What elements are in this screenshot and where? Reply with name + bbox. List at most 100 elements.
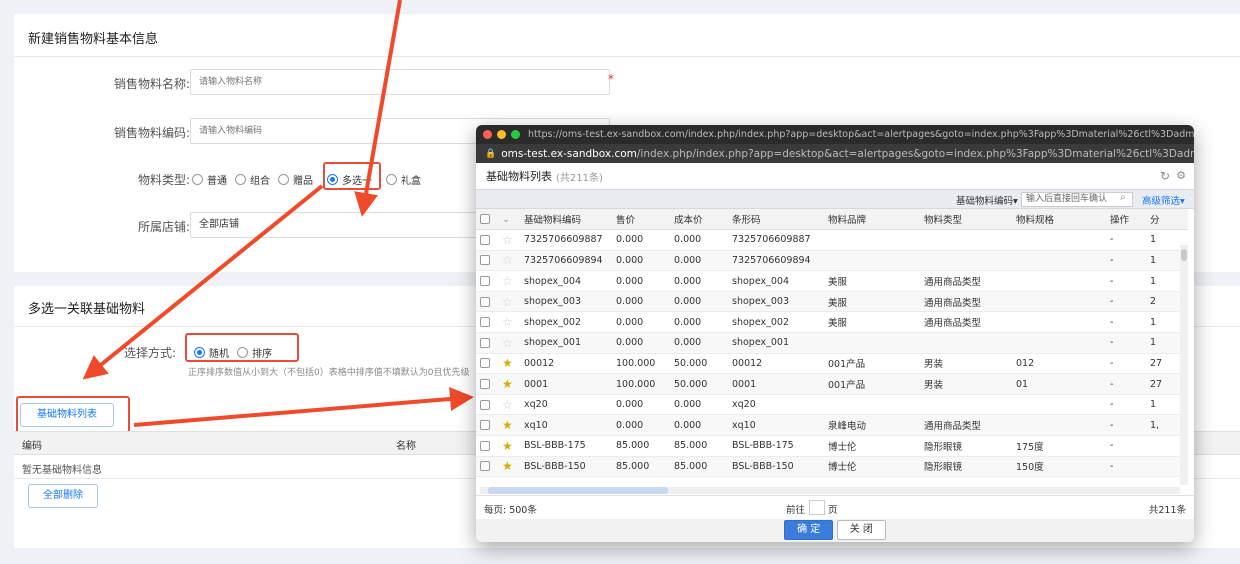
- search-icon[interactable]: ⌕: [1120, 192, 1126, 203]
- cell: [1012, 414, 1106, 437]
- goto-page-input[interactable]: [809, 500, 825, 515]
- table-row[interactable]: ☆ shopex_001 0.000 0.000 shopex_001-1: [476, 332, 1188, 354]
- close-window-icon[interactable]: [483, 130, 492, 139]
- total-count: 共211条: [1148, 505, 1186, 516]
- star-icon[interactable]: ☆: [498, 291, 520, 313]
- star-icon[interactable]: ☆: [498, 229, 520, 251]
- table-row[interactable]: ☆ shopex_002 0.000 0.000 shopex_002 美服 通用商品类型 -…: [476, 311, 1188, 334]
- cell: shopex_004: [520, 270, 612, 292]
- type-option-gift-box[interactable]: 礼盒: [386, 172, 421, 187]
- table-row[interactable]: ☆ xq20 0.000 0.000 xq20-1: [476, 394, 1188, 416]
- material-name-input[interactable]: [190, 69, 610, 95]
- row-checkbox[interactable]: [476, 250, 498, 272]
- type-option-combo[interactable]: 组合: [235, 172, 270, 187]
- row-checkbox[interactable]: [476, 456, 498, 478]
- col-header[interactable]: 物料类型: [920, 209, 1012, 231]
- settings-icon[interactable]: ⚙: [1176, 169, 1186, 182]
- row-checkbox[interactable]: [476, 414, 498, 437]
- goto-suffix: 页: [828, 505, 838, 516]
- table-row[interactable]: ★ BSL-BBB-150 85.000 85.000 BSL-BBB-150 博士伦 隐形…: [476, 456, 1188, 478]
- col-header[interactable]: 成本价: [670, 209, 728, 231]
- col-header[interactable]: 分: [1146, 209, 1188, 231]
- col-header[interactable]: 基础物料编码: [520, 209, 612, 231]
- star-icon[interactable]: ☆: [498, 311, 520, 334]
- star-icon[interactable]: ☆: [498, 270, 520, 292]
- material-type-radio-group: 普通 组合 赠品 多选一 礼盒: [192, 172, 429, 187]
- cell: 001产品: [824, 373, 920, 395]
- col-name: 名称: [396, 441, 416, 452]
- cell: 0.000: [670, 311, 728, 334]
- search-input[interactable]: 输入后直接回车确认: [1021, 192, 1133, 207]
- type-option-normal[interactable]: 普通: [192, 172, 227, 187]
- per-page[interactable]: 每页: 500条: [484, 502, 537, 516]
- star-filled-icon[interactable]: ★: [498, 353, 520, 375]
- row-checkbox[interactable]: [476, 435, 498, 457]
- table-row[interactable]: ☆ 7325706609887 0.000 0.000 7325706609887-1: [476, 229, 1188, 251]
- refresh-icon[interactable]: ↻: [1160, 169, 1170, 183]
- table-row[interactable]: ★ 0001 100.000 50.000 0001 001产品 男装 01-27: [476, 373, 1188, 395]
- select-all-checkbox[interactable]: [476, 209, 498, 231]
- cell: 美服: [824, 291, 920, 313]
- cell: [1012, 291, 1106, 313]
- material-name-label: 销售物料名称:: [113, 77, 190, 91]
- horizontal-scrollbar[interactable]: [480, 487, 1180, 494]
- star-icon[interactable]: ☆: [498, 394, 520, 416]
- advanced-filter-link[interactable]: 高级筛选▾: [1142, 193, 1185, 207]
- row-checkbox[interactable]: [476, 311, 498, 334]
- row-checkbox[interactable]: [476, 332, 498, 354]
- pagination-bar: 每页: 500条 前往 页 共211条: [476, 495, 1194, 519]
- close-button[interactable]: 关 闭: [836, 520, 886, 540]
- search-field-select[interactable]: 基础物料编码▾: [956, 193, 1018, 207]
- cell: [1012, 270, 1106, 292]
- col-header[interactable]: 操作: [1106, 209, 1146, 231]
- scrollbar-thumb[interactable]: [488, 487, 668, 494]
- cell: 0.000: [670, 270, 728, 292]
- table-row[interactable]: ★ BSL-BBB-175 85.000 85.000 BSL-BBB-175 博士伦 隐形…: [476, 435, 1188, 457]
- star-icon[interactable]: ☆: [498, 250, 520, 272]
- star-filled-icon[interactable]: ★: [498, 435, 520, 457]
- sort-icon[interactable]: ⌄: [498, 209, 520, 231]
- cell: 100.000: [612, 353, 670, 375]
- cell: BSL-BBB-175: [520, 435, 612, 457]
- table-row[interactable]: ☆ 7325706609894 0.000 0.000 7325706609894-1: [476, 250, 1188, 272]
- material-code-label: 销售物料编码:: [113, 126, 190, 140]
- cell: BSL-BBB-150: [728, 456, 824, 478]
- cell: 85.000: [670, 456, 728, 478]
- col-header[interactable]: 售价: [612, 209, 670, 231]
- col-code: 编码: [22, 441, 42, 452]
- cell: 0.000: [670, 250, 728, 272]
- relate-title: 多选一关联基础物料: [28, 302, 146, 317]
- type-option-gift[interactable]: 赠品: [278, 172, 313, 187]
- row-checkbox[interactable]: [476, 291, 498, 313]
- cell: 隐形眼镜: [920, 435, 1012, 457]
- grid-header-row: ⌄ 基础物料编码 售价 成本价 条形码 物料品牌 物料类型 物料规格 操作 分: [476, 209, 1188, 231]
- col-header[interactable]: 物料规格: [1012, 209, 1106, 231]
- col-header[interactable]: 物料品牌: [824, 209, 920, 231]
- delete-all-button[interactable]: 全部删除: [28, 484, 98, 508]
- address-path: /index.php/index.php?app=desktop&act=ale…: [636, 147, 1194, 160]
- star-icon[interactable]: ☆: [498, 332, 520, 354]
- dialog-header: 基础物料列表 (共211条) ↻ ⚙: [476, 163, 1194, 189]
- table-row[interactable]: ☆ shopex_004 0.000 0.000 shopex_004 美服 通用商品类型 -…: [476, 270, 1188, 292]
- row-checkbox[interactable]: [476, 353, 498, 375]
- row-checkbox[interactable]: [476, 270, 498, 292]
- cell: 0.000: [612, 291, 670, 313]
- row-checkbox[interactable]: [476, 373, 498, 395]
- table-row[interactable]: ★ 00012 100.000 50.000 00012 001产品 男装 012-27: [476, 353, 1188, 375]
- cell: 85.000: [670, 435, 728, 457]
- row-checkbox[interactable]: [476, 229, 498, 251]
- minimize-window-icon[interactable]: [497, 130, 506, 139]
- star-filled-icon[interactable]: ★: [498, 373, 520, 395]
- star-filled-icon[interactable]: ★: [498, 456, 520, 478]
- table-row[interactable]: ☆ shopex_003 0.000 0.000 shopex_003 美服 通用商品类型 -…: [476, 291, 1188, 313]
- cell: 7325706609894: [520, 250, 612, 272]
- row-checkbox[interactable]: [476, 394, 498, 416]
- zoom-window-icon[interactable]: [511, 130, 520, 139]
- cell: 001产品: [824, 353, 920, 375]
- col-header[interactable]: 条形码: [728, 209, 824, 231]
- confirm-button[interactable]: 确 定: [784, 520, 834, 540]
- scrollbar-thumb[interactable]: [1181, 249, 1187, 261]
- vertical-scrollbar[interactable]: [1180, 245, 1188, 485]
- table-row[interactable]: ★ xq10 0.000 0.000 xq10 泉峰电动 通用商品类型 -1,: [476, 414, 1188, 437]
- star-filled-icon[interactable]: ★: [498, 414, 520, 437]
